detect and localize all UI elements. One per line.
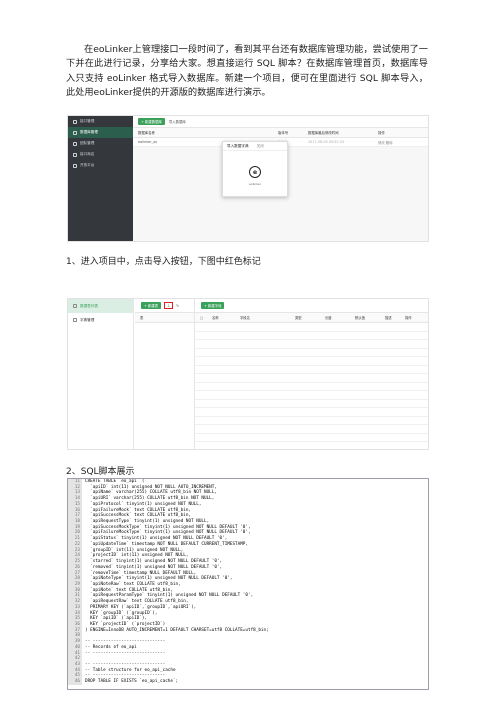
refresh-icon[interactable]: ↻ [176, 304, 179, 308]
import-button[interactable]: ⇩ [164, 302, 174, 309]
col-actions: 操作 [378, 131, 385, 135]
field-panel: + 新建字段 □ 名称 字段名 类型 长度 默认值 描述 操作 [195, 299, 428, 449]
modal-close-button[interactable]: 关闭 [257, 144, 264, 149]
table-list-header: 表 [135, 313, 194, 323]
table-toolbar: + 新建表 ⇩ ↻ [135, 299, 194, 313]
sidebar: 数据表列表 字典管理 [68, 299, 134, 449]
table-list-panel: + 新建表 ⇩ ↻ 表 [135, 299, 195, 449]
modal-caption: eolinker [249, 182, 261, 186]
sidebar-item-database[interactable]: 数据库管理 [68, 127, 133, 138]
field-toolbar: + 新建字段 [195, 299, 428, 313]
new-database-button[interactable]: + 新建数据库 [138, 118, 165, 125]
modal-title: 导入数据字典 [227, 143, 249, 148]
code-line: 46 DROP TABLE IF EXISTS `eo_api_cache`; [68, 679, 428, 685]
dictionary-icon [73, 318, 77, 322]
platform-icon [73, 163, 77, 168]
col-version: 版本号 [278, 131, 289, 135]
store-icon [73, 152, 77, 157]
code-text: ) ENGINE=InnoDB AUTO_INCREMENT=1 DEFAULT… [85, 627, 269, 633]
new-table-button[interactable]: + 新建表 [141, 302, 162, 309]
modal-header: 导入数据字典 关闭 [223, 142, 287, 151]
step1-heading: 1、进入项目中，点击导入按钮，下图中红色标记 [66, 257, 261, 267]
table-header: 数据库名称 版本号 数据库最后修改时间 操作 [133, 128, 428, 138]
checkbox-icon[interactable]: □ [195, 316, 207, 320]
sidebar-item-dictionary[interactable]: 字典管理 [68, 313, 133, 327]
col-updated: 数据库最后修改时间 [308, 131, 339, 135]
step2-heading: 2、SQL脚本展示 [66, 467, 135, 477]
table-list-screenshot: 数据表列表 字典管理 + 新建表 ⇩ ↻ 表 + 新建字段 □ 名称 字段名 类… [67, 298, 429, 450]
toolbar: + 新建数据库 导入数据库 [133, 116, 428, 128]
import-modal: 导入数据字典 关闭 e eolinker [222, 141, 288, 197]
sidebar-item-open[interactable]: 开放平台 [68, 160, 133, 171]
sidebar-item-api[interactable]: 接口管理 [68, 116, 133, 127]
sidebar-item-store[interactable]: 接口商店 [68, 149, 133, 160]
table-icon [73, 304, 77, 308]
sidebar-item-tables[interactable]: 数据表列表 [68, 299, 133, 313]
database-icon [73, 130, 77, 135]
code-text: -- ---------------------------- [85, 650, 166, 656]
line-number: 46 [68, 679, 82, 685]
field-header: □ 名称 字段名 类型 长度 默认值 描述 操作 [195, 313, 428, 323]
team-icon [73, 141, 77, 146]
import-database-button[interactable]: 导入数据库 [169, 119, 186, 124]
sidebar-item-team[interactable]: 团队管理 [68, 138, 133, 149]
new-field-button[interactable]: + 新建字段 [201, 302, 225, 309]
sidebar: 接口管理 数据库管理 团队管理 接口商店 开放平台 [68, 116, 133, 241]
col-name: 数据库名称 [138, 131, 155, 135]
sql-code-block: 11 CREATE TABLE `eo_api` (12 `apiID` int(… [67, 478, 429, 690]
api-icon [73, 119, 77, 124]
intro-paragraph: 在eoLinker上管理接口一段时间了，看到其平台还有数据库管理功能，尝试使用了… [66, 44, 428, 99]
code-text: DROP TABLE IF EXISTS `eo_api_cache`; [85, 679, 179, 685]
eolinker-logo-icon[interactable]: e [249, 166, 261, 178]
